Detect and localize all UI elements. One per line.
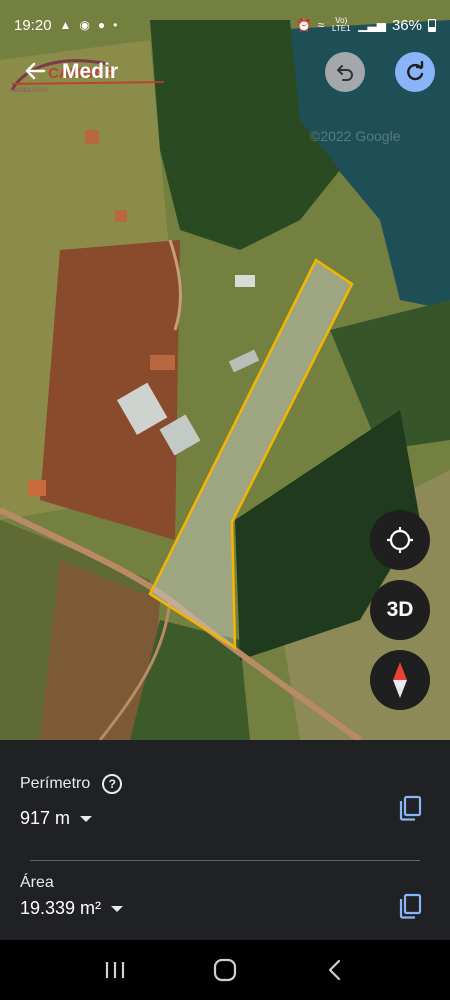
my-location-button[interactable]	[370, 510, 430, 570]
refresh-icon	[407, 61, 424, 81]
measurement-panel: Perímetro ? 917 m Área 19.339 m²	[0, 740, 450, 940]
screen-title: Medir	[62, 60, 119, 83]
recents-icon	[105, 962, 125, 978]
wifi-icon: ≈	[317, 18, 325, 32]
chrome-icon: ◉	[79, 18, 90, 32]
system-nav-bar	[0, 940, 450, 1000]
area-section: Área 19.339 m²	[20, 874, 430, 919]
battery-percent: 36%	[391, 16, 422, 34]
more-notifications-icon: •	[113, 18, 118, 32]
status-time: 19:20	[14, 16, 52, 34]
area-value: 19.339 m²	[20, 898, 102, 918]
undo-button[interactable]	[325, 52, 365, 92]
perimeter-unit-dropdown[interactable]: 917 m	[20, 808, 430, 829]
svg-text:IMOBILIÁRIA: IMOBILIÁRIA	[12, 87, 48, 94]
back-nav-button[interactable]	[315, 950, 355, 990]
crosshair-icon	[387, 527, 413, 553]
map-attribution: ©2022 Google	[310, 128, 401, 144]
3d-toggle-button[interactable]: 3D	[370, 580, 430, 640]
notification-icon: ▲	[59, 18, 72, 32]
copy-icon	[399, 893, 422, 919]
copy-icon	[399, 795, 422, 821]
back-button[interactable]	[20, 56, 50, 86]
perimeter-section: Perímetro ? 917 m	[20, 774, 430, 829]
arrow-back-icon	[25, 62, 46, 80]
app-icon: ●	[97, 18, 106, 32]
perimeter-label: Perímetro	[20, 775, 91, 792]
home-button[interactable]	[205, 950, 245, 990]
battery-icon	[428, 18, 436, 32]
area-label: Área	[20, 874, 54, 891]
caret-down-icon	[111, 905, 124, 912]
copy-area-button[interactable]	[390, 886, 430, 926]
undo-icon	[337, 65, 353, 81]
network-label: Vo) LTE1	[332, 16, 351, 33]
caret-down-icon	[80, 815, 93, 822]
area-unit-dropdown[interactable]: 19.339 m²	[20, 898, 430, 919]
signal-icon: ▁▃▅	[358, 18, 386, 32]
chevron-left-icon	[328, 959, 341, 981]
redo-button[interactable]	[395, 52, 435, 92]
recent-apps-button[interactable]	[95, 950, 135, 990]
perimeter-value: 917 m	[20, 808, 71, 828]
compass-icon	[393, 662, 407, 698]
status-bar: 19:20 ▲ ◉ ● • ⏰ ≈ Vo) LTE1 ▁▃▅ 36%	[0, 0, 450, 50]
copy-perimeter-button[interactable]	[390, 788, 430, 828]
help-icon[interactable]: ?	[102, 774, 123, 794]
alarm-icon: ⏰	[296, 18, 312, 32]
home-icon	[213, 958, 237, 982]
compass-button[interactable]	[370, 650, 430, 710]
divider	[30, 860, 420, 861]
top-bar: IMOBILIÁRIA CAMBAR Medir	[0, 52, 450, 94]
